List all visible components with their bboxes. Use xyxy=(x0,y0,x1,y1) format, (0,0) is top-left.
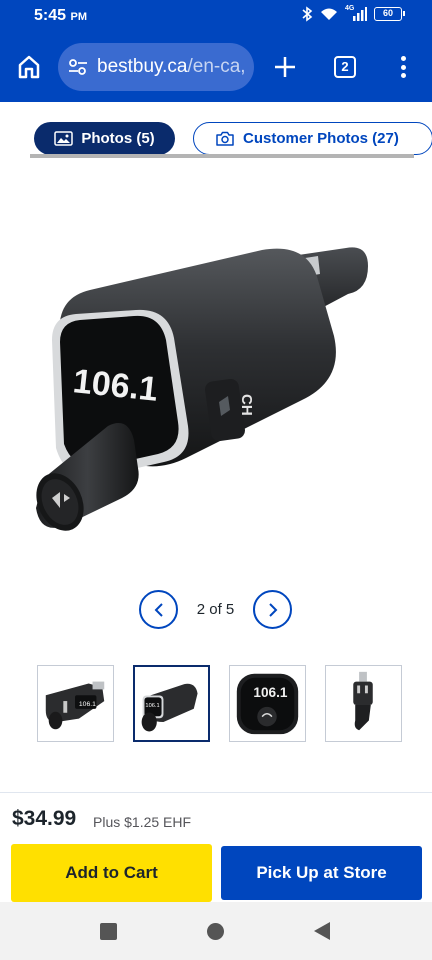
signal-icon: 4G xyxy=(345,5,367,21)
product-gallery: Photos (5) Customer Photos (27) 106.1 CH… xyxy=(0,102,432,902)
photo-tabs: Photos (5) Customer Photos (27) xyxy=(0,102,432,158)
gallery-position: 2 of 5 xyxy=(196,601,235,618)
address-bar[interactable]: bestbuy.ca/en-ca, xyxy=(58,43,254,91)
battery-icon: 60 xyxy=(374,7,405,21)
tab-count: 2 xyxy=(341,59,349,74)
site-settings-icon[interactable] xyxy=(67,56,89,78)
tabs-scrollbar-thumb[interactable] xyxy=(30,154,414,158)
tabs-icon[interactable]: 2 xyxy=(334,56,356,78)
thumbnail-2-image: 106.1 xyxy=(141,683,198,732)
wifi-icon xyxy=(321,8,337,20)
thumbnail-1-image: 106.1 xyxy=(45,681,105,730)
system-nav-bar xyxy=(0,902,432,960)
pick-up-at-store-button[interactable]: Pick Up at Store xyxy=(221,846,422,900)
thumbnail-2[interactable]: 106.1 xyxy=(133,665,210,742)
url-text[interactable]: bestbuy.ca/en-ca, xyxy=(97,56,246,78)
thumbnail-3-image: 106.1 xyxy=(236,673,299,735)
back-button[interactable] xyxy=(314,922,330,940)
tab-photos[interactable]: Photos (5) xyxy=(34,122,175,155)
home-button[interactable] xyxy=(207,923,224,940)
svg-text:106.1: 106.1 xyxy=(79,701,96,708)
plus-icon[interactable] xyxy=(272,54,298,80)
chevron-right-icon xyxy=(268,602,277,617)
status-time: 5:45 PM xyxy=(34,7,87,25)
thumbnail-4[interactable] xyxy=(325,665,402,742)
previous-image-button[interactable] xyxy=(139,590,178,629)
recents-button[interactable] xyxy=(100,923,117,940)
status-time-ampm: PM xyxy=(70,11,87,23)
thumbnail-1[interactable]: 106.1 xyxy=(37,665,114,742)
ch-label: CH xyxy=(238,394,255,416)
browser-toolbar: bestbuy.ca/en-ca, 2 xyxy=(0,32,432,102)
product-price: $34.99 xyxy=(12,807,77,830)
product-image[interactable]: 106.1 CH xyxy=(16,230,416,550)
battery-level: 60 xyxy=(382,8,393,18)
url-path: /en-ca, xyxy=(187,56,246,77)
divider xyxy=(0,792,432,793)
url-domain: bestbuy.ca xyxy=(97,56,188,77)
tab-customer-photos[interactable]: Customer Photos (27) xyxy=(193,122,432,155)
home-icon[interactable] xyxy=(16,54,42,80)
svg-text:106.1: 106.1 xyxy=(253,685,288,700)
gallery-pager: 2 of 5 xyxy=(0,590,432,630)
bluetooth-icon xyxy=(302,6,313,22)
ehf-fee: Plus $1.25 EHF xyxy=(93,814,192,830)
thumbnail-3[interactable]: 106.1 xyxy=(229,665,306,742)
tabs-scrollbar[interactable] xyxy=(30,154,414,158)
next-image-button[interactable] xyxy=(253,590,292,629)
thumbnail-4-image xyxy=(353,671,373,731)
status-time-value: 5:45 xyxy=(34,7,67,24)
camera-icon xyxy=(216,131,234,146)
status-bar: 5:45 PM 4G 60 xyxy=(0,0,432,32)
tab-photos-label: Photos (5) xyxy=(81,130,155,147)
thumbnail-strip: 106.1 106.1 106.1 xyxy=(0,665,432,743)
chevron-left-icon xyxy=(154,602,163,617)
svg-text:106.1: 106.1 xyxy=(145,703,159,709)
add-to-cart-button[interactable]: Add to Cart xyxy=(11,844,212,902)
more-vert-icon[interactable] xyxy=(396,54,410,80)
status-icons: 4G 60 xyxy=(301,5,405,22)
image-icon xyxy=(54,131,74,146)
tab-customer-photos-label: Customer Photos (27) xyxy=(243,130,399,147)
